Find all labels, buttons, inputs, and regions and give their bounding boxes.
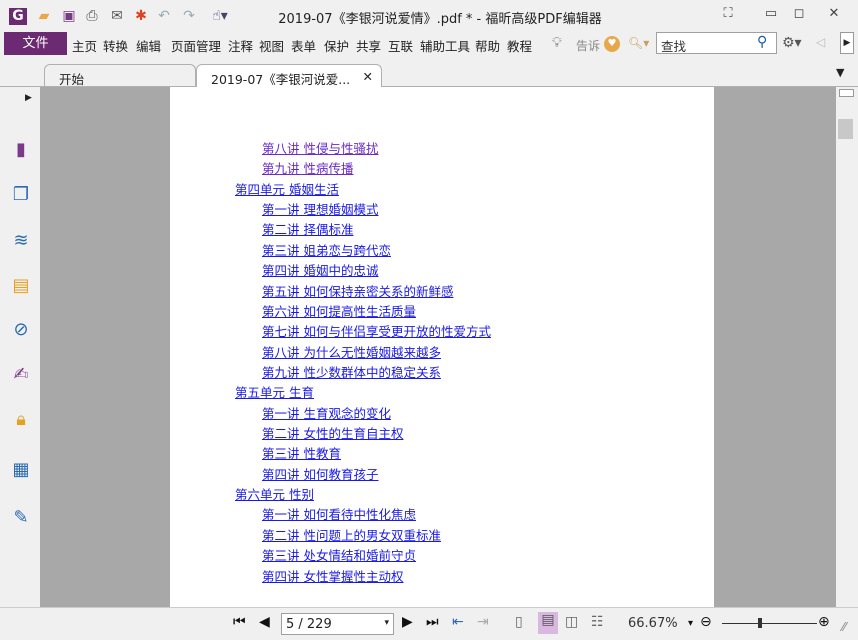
- page-number-input[interactable]: 5 / 229 ▾: [281, 613, 394, 635]
- menu-0[interactable]: 主页: [72, 36, 97, 55]
- file-menu-button[interactable]: 文件: [4, 32, 67, 55]
- comments-icon[interactable]: ▤: [10, 275, 32, 297]
- last-page-button[interactable]: ⏭: [426, 614, 439, 630]
- settings-icon[interactable]: ⚙▾: [782, 35, 802, 51]
- search-input[interactable]: 查找 ⚲: [656, 32, 777, 54]
- next-page-button[interactable]: ▶: [402, 614, 413, 630]
- app-logo-icon: G: [9, 8, 27, 25]
- attachment-icon[interactable]: ⊘: [10, 319, 32, 341]
- close-tab-icon[interactable]: ✕: [363, 69, 373, 84]
- resize-grip-icon[interactable]: ⁄⁄: [842, 620, 846, 634]
- toc-link[interactable]: 第七讲 如何与伴侣享受更开放的性爱方式: [262, 321, 491, 340]
- zoom-slider[interactable]: [722, 623, 817, 624]
- minimize-button[interactable]: ▭: [760, 6, 782, 24]
- toc-link[interactable]: 第四讲 婚姻中的忠诚: [262, 260, 378, 279]
- certify-icon[interactable]: ✎: [10, 507, 32, 529]
- toc-link[interactable]: 第五单元 生育: [235, 382, 314, 401]
- toc-link[interactable]: 第二讲 择偶标准: [262, 219, 353, 238]
- thumbnails-icon[interactable]: ❐: [10, 184, 32, 206]
- document-viewer[interactable]: 第八讲 性侵与性骚扰 第九讲 性病传播 第四单元 婚姻生活 第一讲 理想婚姻模式 第二讲…: [40, 87, 836, 607]
- tab-start[interactable]: 开始: [44, 64, 196, 88]
- pdf-page: 第八讲 性侵与性骚扰 第九讲 性病传播 第四单元 婚姻生活 第一讲 理想婚姻模式 第二讲…: [170, 87, 714, 607]
- next-view-icon[interactable]: ⇥: [477, 614, 489, 630]
- left-sidebar: ▶ ▮ ❐ ≋ ▤ ⊘ ✍ 🔒︎ ▦ ✎: [0, 87, 40, 607]
- close-button[interactable]: ✕: [823, 6, 845, 24]
- toc-link[interactable]: 第一讲 如何看待中性化焦虑: [262, 504, 416, 523]
- menu-3[interactable]: 页面管理: [171, 36, 221, 55]
- signature-icon[interactable]: ✍: [10, 364, 32, 386]
- toc-link[interactable]: 第二讲 女性的生育自主权: [262, 423, 403, 442]
- expand-panel-icon[interactable]: ▶: [25, 93, 32, 103]
- menu-1[interactable]: 转换: [103, 36, 128, 55]
- folder-search-icon[interactable]: 🔍︎▾: [628, 36, 649, 50]
- zoom-out-icon[interactable]: ⊖: [700, 614, 712, 630]
- toc-link[interactable]: 第六单元 性别: [235, 484, 314, 503]
- menu-12[interactable]: 教程: [507, 36, 532, 55]
- scroll-right-button[interactable]: ▶: [840, 32, 854, 54]
- menu-8[interactable]: 共享: [356, 36, 381, 55]
- menu-5[interactable]: 视图: [259, 36, 284, 55]
- title-bar: G ▰ ▣ ⎙ ✉ ✱ ↶ ↷ ☝▾ 2019-07《李银河说爱情》.pdf *…: [0, 0, 858, 32]
- restore-button[interactable]: ◻: [788, 6, 810, 24]
- lightbulb-icon[interactable]: 💡︎: [552, 35, 562, 51]
- menu-2[interactable]: 编辑: [136, 36, 161, 55]
- tell-me[interactable]: 告诉: [576, 37, 600, 54]
- toc-link[interactable]: 第九讲 性病传播: [262, 158, 353, 177]
- zoom-level[interactable]: 66.67%: [628, 616, 678, 631]
- vertical-scrollbar[interactable]: [836, 87, 858, 607]
- menu-7[interactable]: 保护: [324, 36, 349, 55]
- menu-9[interactable]: 互联: [388, 36, 413, 55]
- menu-6[interactable]: 表单: [291, 36, 316, 55]
- layers-icon[interactable]: ≋: [10, 230, 32, 252]
- menu-4[interactable]: 注释: [228, 36, 253, 55]
- toc-link[interactable]: 第四讲 女性掌握性主动权: [262, 566, 403, 585]
- facing-pages-icon[interactable]: ◫: [565, 614, 578, 630]
- toc-link[interactable]: 第四单元 婚姻生活: [235, 179, 339, 198]
- new-icon[interactable]: ✱: [132, 8, 150, 25]
- zoom-in-icon[interactable]: ⊕: [818, 614, 830, 630]
- dropdown-icon[interactable]: ▾: [384, 618, 389, 628]
- scroll-thumb[interactable]: [838, 119, 853, 139]
- zoom-dropdown-icon[interactable]: ▾: [688, 618, 693, 629]
- toc-link[interactable]: 第一讲 理想婚姻模式: [262, 199, 378, 218]
- scroll-left-icon[interactable]: ◁: [816, 35, 825, 49]
- toc-link[interactable]: 第三讲 处女情结和婚前守贞: [262, 545, 416, 564]
- page-icon[interactable]: ▮: [10, 139, 32, 161]
- window-title: 2019-07《李银河说爱情》.pdf * - 福昕高级PDF编辑器: [278, 12, 602, 27]
- toc-link[interactable]: 第八讲 性侵与性骚扰: [262, 138, 378, 157]
- continuous-facing-icon[interactable]: ☷: [591, 614, 604, 630]
- menu-11[interactable]: 帮助: [475, 36, 500, 55]
- toc-link[interactable]: 第一讲 生育观念的变化: [262, 403, 391, 422]
- fullscreen-icon[interactable]: ⛶: [717, 6, 739, 24]
- toc-link[interactable]: 第四讲 如何教育孩子: [262, 464, 378, 483]
- print-icon[interactable]: ⎙: [83, 8, 101, 25]
- search-icon[interactable]: ⚲: [757, 34, 767, 50]
- tab-document[interactable]: 2019-07《李银河说爱... ✕: [196, 64, 382, 88]
- toc-link[interactable]: 第三讲 姐弟恋与跨代恋: [262, 240, 391, 259]
- undo-icon[interactable]: ↶: [155, 8, 173, 25]
- toc-link[interactable]: 第八讲 为什么无性婚姻越来越多: [262, 342, 441, 361]
- scroll-up-button[interactable]: [839, 89, 854, 97]
- email-icon[interactable]: ✉: [108, 8, 126, 25]
- redo-icon[interactable]: ↷: [180, 8, 198, 25]
- toc-link[interactable]: 第九讲 性少数群体中的稳定关系: [262, 362, 441, 381]
- toc-link[interactable]: 第二讲 性问题上的男女双重标准: [262, 525, 441, 544]
- continuous-page-icon[interactable]: ▤: [538, 612, 558, 634]
- lock-icon[interactable]: 🔒︎: [10, 409, 32, 431]
- heart-icon[interactable]: ♥: [604, 36, 620, 52]
- toc-link[interactable]: 第六讲 如何提高性生活质量: [262, 301, 416, 320]
- toc-link[interactable]: 第五讲 如何保持亲密关系的新鲜感: [262, 281, 453, 300]
- prev-page-button[interactable]: ◀: [259, 614, 270, 630]
- open-icon[interactable]: ▰: [35, 8, 53, 25]
- save-icon[interactable]: ▣: [60, 8, 78, 25]
- menu-10[interactable]: 辅助工具: [420, 36, 470, 55]
- single-page-icon[interactable]: ▯: [515, 614, 523, 630]
- tab-list-icon[interactable]: ▼: [836, 66, 844, 79]
- previous-view-icon[interactable]: ⇤: [452, 614, 464, 630]
- toc-link[interactable]: 第三讲 性教育: [262, 443, 341, 462]
- zoom-slider-thumb[interactable]: [758, 618, 762, 628]
- form-icon[interactable]: ▦: [10, 459, 32, 481]
- first-page-button[interactable]: ⏮: [233, 614, 246, 630]
